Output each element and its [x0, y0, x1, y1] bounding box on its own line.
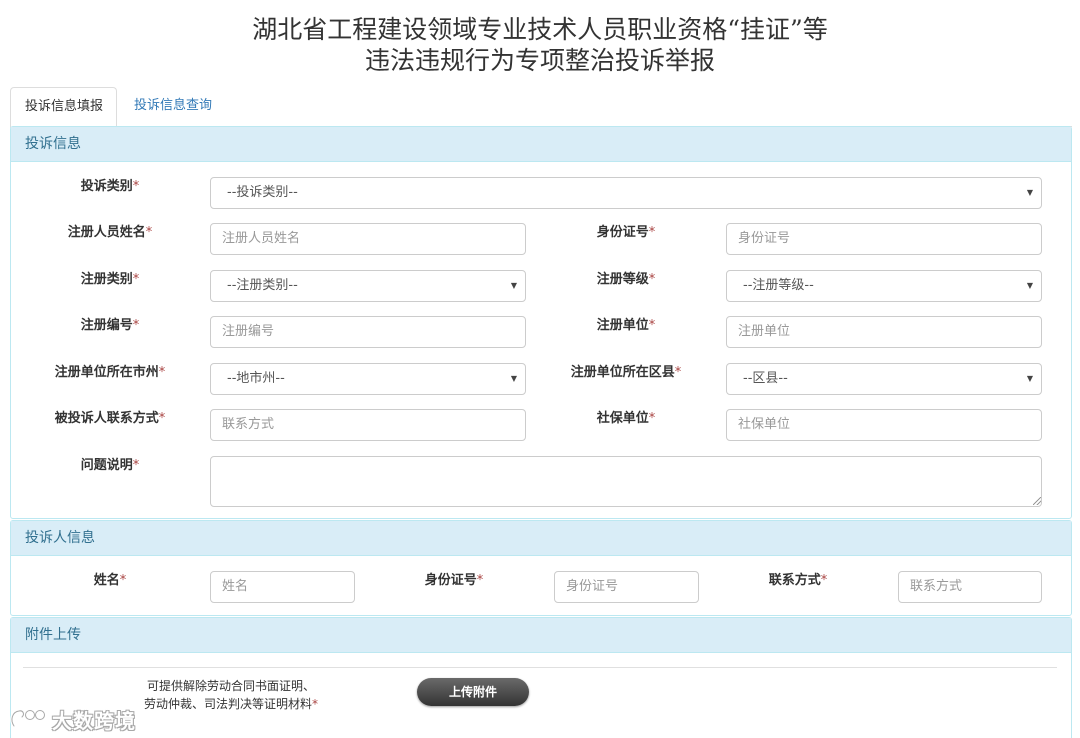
reg-unit-label: 注册单位* — [596, 318, 656, 333]
reg-level-label: 注册等级* — [596, 272, 656, 287]
reg-level-select[interactable]: --注册等级-- ▼ — [726, 270, 1042, 302]
complainant-info-heading: 投诉人信息 — [11, 521, 1071, 556]
complainant-id-label: 身份证号* — [424, 573, 484, 588]
description-label: 问题说明* — [80, 458, 140, 473]
description-textarea[interactable] — [210, 456, 1042, 507]
brand-logo-icon — [10, 709, 45, 728]
unit-county-select[interactable]: --区县-- ▼ — [726, 363, 1042, 395]
reg-name-input[interactable]: 注册人员姓名 — [210, 223, 526, 255]
complainant-name-label: 姓名* — [93, 573, 127, 588]
complainant-name-input[interactable]: 姓名 — [210, 571, 355, 603]
upload-attachment-button[interactable]: 上传附件 — [417, 678, 529, 706]
tab-complaint-submit[interactable]: 投诉信息填报 — [10, 87, 117, 128]
watermark: 大数跨境 — [8, 704, 136, 734]
unit-city-select[interactable]: --地市州-- ▼ — [210, 363, 526, 395]
reg-unit-input[interactable]: 注册单位 — [726, 316, 1042, 348]
tab-complaint-query[interactable]: 投诉信息查询 — [120, 87, 226, 127]
id-number-label: 身份证号* — [596, 225, 656, 240]
unit-city-label: 注册单位所在市州* — [54, 365, 166, 380]
complaint-type-select[interactable]: --投诉类别-- ▼ — [210, 177, 1042, 209]
page-title-line-1: 湖北省工程建设领域专业技术人员职业资格“挂证”等 — [252, 15, 828, 44]
complainant-contact-input[interactable]: 联系方式 — [898, 571, 1042, 603]
reg-category-label: 注册类别* — [80, 272, 140, 287]
page-title-line-2: 违法违规行为专项整治投诉举报 — [364, 46, 715, 75]
attachment-note-line-1: 可提供解除劳动合同书面证明、 — [146, 679, 315, 693]
watermark-text: 大数跨境 — [52, 708, 136, 733]
respondent-contact-input[interactable]: 联系方式 — [210, 409, 526, 441]
social-insurance-unit-label: 社保单位* — [596, 411, 656, 426]
chevron-down-icon: ▼ — [1026, 374, 1033, 383]
attachment-heading: 附件上传 — [11, 618, 1071, 653]
reg-category-select[interactable]: --注册类别-- ▼ — [210, 270, 526, 302]
social-insurance-unit-input[interactable]: 社保单位 — [726, 409, 1042, 441]
complainant-info-panel: 投诉人信息 姓名* 姓名 身份证号* 身份证号 联系方式* 联系方式 — [10, 520, 1072, 616]
resize-grip-icon[interactable] — [1033, 497, 1041, 505]
chevron-down-icon: ▼ — [1026, 188, 1033, 197]
unit-county-label: 注册单位所在区县* — [570, 365, 682, 380]
attachment-panel: 附件上传 可提供解除劳动合同书面证明、 劳动仲裁、司法判决等证明材料* 上传附件 — [10, 617, 1072, 738]
complainant-contact-label: 联系方式* — [768, 573, 828, 588]
chevron-down-icon: ▼ — [510, 281, 517, 290]
reg-number-input[interactable]: 注册编号 — [210, 316, 526, 348]
chevron-down-icon: ▼ — [1026, 281, 1033, 290]
attachment-note-line-2: 劳动仲裁、司法判决等证明材料* — [143, 697, 318, 711]
complaint-info-panel: 投诉信息 投诉类别* --投诉类别-- ▼ 注册人员姓名* 注册人员姓名 身份证号… — [10, 126, 1072, 519]
respondent-contact-label: 被投诉人联系方式* — [54, 411, 166, 426]
tab-bar: 投诉信息填报 投诉信息查询 — [10, 87, 1072, 128]
divider — [23, 667, 1057, 668]
chevron-down-icon: ▼ — [510, 374, 517, 383]
page-title: 湖北省工程建设领域专业技术人员职业资格“挂证”等 违法违规行为专项整治投诉举报 — [0, 14, 1080, 76]
id-number-input[interactable]: 身份证号 — [726, 223, 1042, 255]
complainant-id-input[interactable]: 身份证号 — [554, 571, 699, 603]
attachment-note: 可提供解除劳动合同书面证明、 劳动仲裁、司法判决等证明材料* — [101, 677, 361, 713]
complaint-type-label: 投诉类别* — [80, 179, 140, 194]
reg-number-label: 注册编号* — [80, 318, 140, 333]
complaint-info-heading: 投诉信息 — [11, 127, 1071, 162]
reg-name-label: 注册人员姓名* — [67, 225, 153, 240]
